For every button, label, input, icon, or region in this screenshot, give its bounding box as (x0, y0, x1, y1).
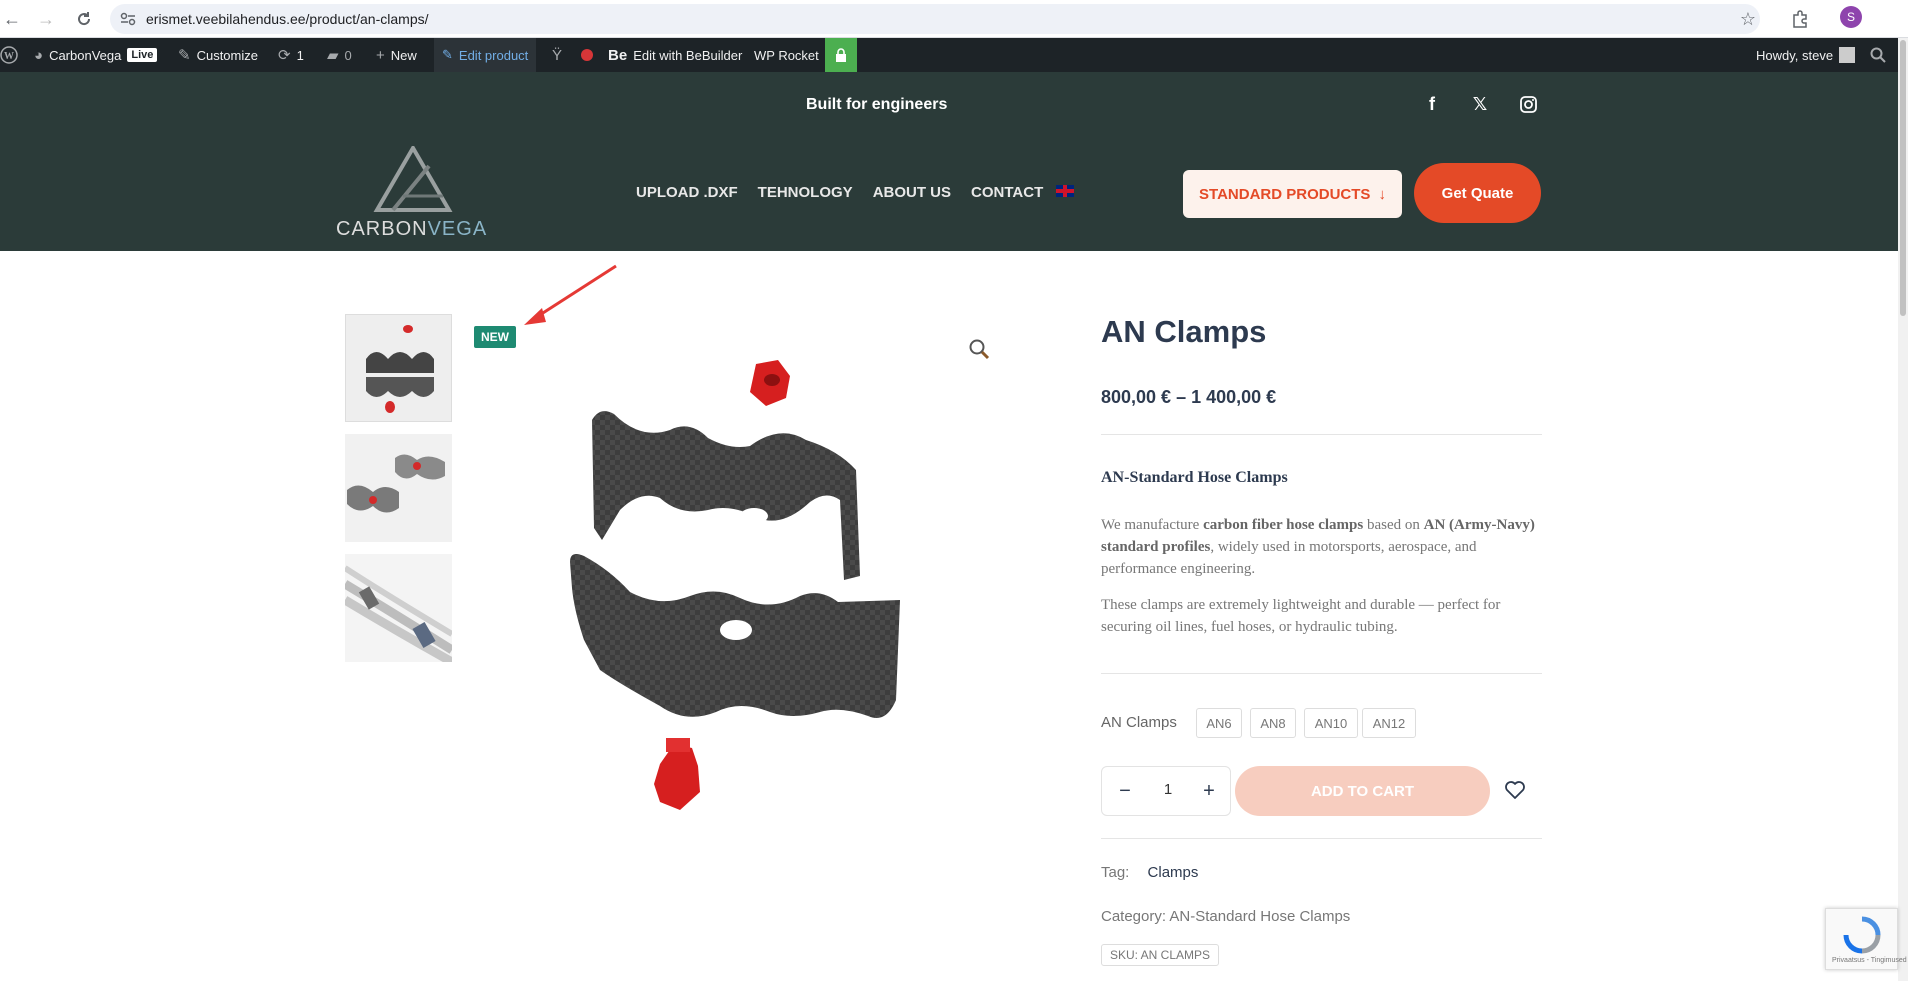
bebuilder-icon: Be (608, 46, 628, 64)
uk-flag-icon[interactable] (1056, 185, 1074, 197)
plus-icon: + (376, 46, 385, 64)
divider (1101, 838, 1542, 839)
my-account-menu[interactable]: Howdy, steve (1756, 38, 1856, 72)
dashboard-icon: ◕ (34, 46, 44, 64)
category-label: Category: (1101, 908, 1167, 925)
address-bar[interactable]: erismet.veebilahendus.ee/product/an-clam… (110, 4, 1760, 34)
variation-an10[interactable]: AN10 (1304, 708, 1358, 738)
description-paragraph-1: We manufacture carbon fiber hose clamps … (1101, 517, 1535, 577)
wordpress-logo-icon[interactable]: W (0, 38, 18, 72)
search-icon[interactable] (1870, 38, 1886, 72)
wp-rocket-link[interactable]: WP Rocket (754, 38, 819, 72)
nav-about-us[interactable]: ABOUT US (873, 184, 951, 201)
product-title: AN Clamps (1101, 314, 1267, 349)
wp-admin-bar: W ◕ CarbonVega Live ✎ Customize ⟳ 1 ▰ 0 … (0, 38, 1898, 72)
bebuilder-link[interactable]: Be Edit with BeBuilder (608, 38, 742, 72)
standard-products-button[interactable]: STANDARD PRODUCTS ↓ (1183, 170, 1402, 218)
comments-count: 0 (344, 47, 352, 63)
profile-avatar[interactable]: S (1840, 6, 1862, 28)
variation-an6[interactable]: AN6 (1196, 708, 1242, 738)
product-tags: Tag: Clamps (1101, 864, 1198, 881)
back-icon[interactable]: ← (0, 7, 24, 31)
lock-icon[interactable] (825, 38, 857, 72)
browser-toolbar: ← → erismet.veebilahendus.ee/product/an-… (0, 0, 1908, 38)
edit-product-link[interactable]: ✎ Edit product (434, 38, 537, 72)
reload-icon[interactable] (72, 7, 96, 31)
tag-link[interactable]: Clamps (1148, 864, 1199, 881)
bookmark-star-icon[interactable]: ☆ (1736, 7, 1760, 31)
product-price: 800,00 € – 1 400,00 € (1101, 387, 1277, 407)
customize-label: Customize (196, 47, 258, 63)
variation-label: AN Clamps (1101, 714, 1177, 731)
tag-label: Tag: (1101, 864, 1130, 881)
avatar (1839, 47, 1856, 63)
description-heading: AN-Standard Hose Clamps (1101, 469, 1288, 486)
divider (1101, 673, 1542, 674)
sku-badge: SKU: AN CLAMPS (1101, 944, 1220, 966)
recaptcha-footer: Privaatsus - Tingimused (1832, 957, 1907, 964)
facebook-icon[interactable]: f (1420, 92, 1444, 116)
logo-mark-icon (373, 146, 453, 212)
zoom-search-icon[interactable] (968, 338, 990, 360)
main-navigation: UPLOAD .DXF TEHNOLOGY ABOUT US CONTACT (636, 184, 1043, 201)
edit-product-label: Edit product (458, 47, 529, 63)
site-logo[interactable]: CARBONVEGA (336, 146, 492, 246)
quantity-stepper: − 1 + (1101, 766, 1231, 816)
wp-rocket-label: WP Rocket (754, 47, 819, 63)
brush-icon: ✎ (178, 47, 191, 64)
nav-tehnology[interactable]: TEHNOLOGY (758, 184, 853, 201)
nav-contact[interactable]: CONTACT (971, 184, 1043, 201)
new-label: New (390, 47, 417, 63)
gallery-thumb-3[interactable] (345, 554, 452, 662)
gallery-thumb-1[interactable] (345, 314, 452, 422)
get-quote-button[interactable]: Get Quate (1414, 163, 1541, 223)
howdy-label: Howdy, steve (1756, 47, 1834, 63)
nav-upload-dxf[interactable]: UPLOAD .DXF (636, 184, 738, 201)
quantity-input[interactable]: 1 (1158, 781, 1178, 798)
yoast-icon[interactable]: Ÿ (552, 38, 562, 72)
site-header: Built for engineers f 𝕏 CARBONVEGA UPLOA… (0, 72, 1898, 251)
live-badge: Live (127, 48, 158, 62)
forward-icon[interactable]: → (34, 7, 58, 31)
gallery-thumb-2[interactable] (345, 434, 452, 542)
pencil-icon: ✎ (442, 47, 453, 62)
customize-link[interactable]: ✎ Customize (178, 38, 258, 72)
instagram-icon[interactable] (1516, 92, 1540, 116)
product-category: Category: AN-Standard Hose Clamps (1101, 908, 1350, 925)
comments-link[interactable]: ▰ 0 (327, 38, 352, 72)
new-content-link[interactable]: + New (376, 38, 417, 72)
new-badge: NEW (474, 326, 516, 348)
logo-text: CARBONVEGA (336, 218, 488, 240)
site-info-icon[interactable] (120, 12, 136, 26)
product-main-image[interactable] (540, 340, 940, 830)
standard-products-label: STANDARD PRODUCTS (1199, 185, 1371, 203)
seo-status-dot[interactable] (581, 38, 593, 72)
extensions-icon[interactable] (1788, 7, 1812, 31)
x-twitter-icon[interactable]: 𝕏 (1468, 92, 1492, 116)
wishlist-heart-icon[interactable] (1504, 780, 1526, 800)
url-text: erismet.veebilahendus.ee/product/an-clam… (146, 11, 429, 27)
variation-an12[interactable]: AN12 (1362, 708, 1416, 738)
updates-icon: ⟳ (278, 47, 291, 64)
updates-link[interactable]: ⟳ 1 (278, 38, 304, 72)
divider (1101, 434, 1542, 435)
scrollbar-thumb[interactable] (1900, 40, 1906, 316)
site-name-menu[interactable]: ◕ CarbonVega Live (34, 38, 158, 72)
arrow-down-icon: ↓ (1378, 185, 1386, 203)
variation-an8[interactable]: AN8 (1250, 708, 1296, 738)
header-tagline: Built for engineers (806, 96, 948, 113)
svg-text:W: W (4, 51, 14, 62)
site-name: CarbonVega (49, 47, 122, 63)
bebuilder-label: Edit with BeBuilder (633, 47, 743, 63)
red-annotation-arrow-icon (524, 264, 617, 325)
category-link[interactable]: AN-Standard Hose Clamps (1169, 908, 1350, 925)
description-paragraph-2: These clamps are extremely lightweight a… (1101, 597, 1501, 635)
updates-count: 1 (296, 47, 304, 63)
add-to-cart-button[interactable]: ADD TO CART (1235, 766, 1490, 816)
plus-icon[interactable]: + (1198, 780, 1220, 802)
comment-icon: ▰ (327, 47, 339, 64)
recaptcha-badge[interactable]: Privaatsus - Tingimused (1825, 908, 1907, 970)
minus-icon[interactable]: − (1114, 780, 1136, 802)
recaptcha-icon (1843, 916, 1881, 954)
